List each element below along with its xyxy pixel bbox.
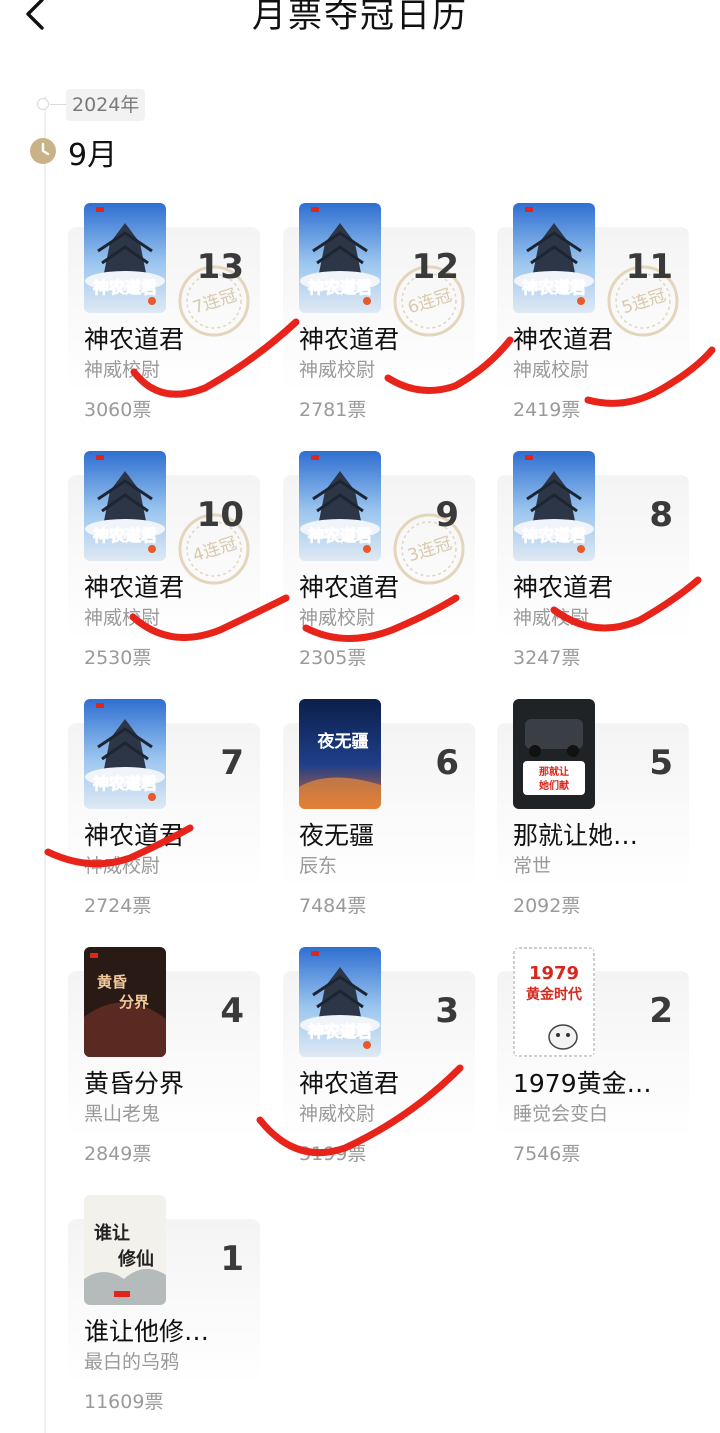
book-title: 神农道君 bbox=[513, 573, 614, 602]
vote-count: 2849票 bbox=[84, 1143, 152, 1165]
page-title: 月票夺冠日历 bbox=[252, 0, 468, 36]
svg-text:神农道君: 神农道君 bbox=[93, 278, 157, 297]
book-title: 神农道君 bbox=[84, 325, 185, 354]
book-author: 神威校尉 bbox=[84, 359, 161, 381]
book-title: 夜无疆 bbox=[299, 821, 375, 850]
svg-text:神农道君: 神农道君 bbox=[308, 1022, 372, 1041]
vote-count: 3247票 bbox=[513, 647, 581, 669]
book-cover[interactable]: 黄昏 分界 bbox=[84, 947, 166, 1057]
vote-count: 7484票 bbox=[299, 895, 367, 917]
book-title: 神农道君 bbox=[84, 573, 185, 602]
book-title: 黄昏分界 bbox=[84, 1069, 185, 1098]
svg-text:1979: 1979 bbox=[529, 963, 579, 984]
vote-count: 2305票 bbox=[299, 647, 367, 669]
book-cover[interactable]: 1979 黄金时代 bbox=[513, 947, 595, 1057]
book-cover[interactable]: 神农道君 bbox=[299, 451, 381, 561]
rank-number: 2 bbox=[649, 991, 673, 1031]
book-cover[interactable]: 那就让 她们献 bbox=[513, 699, 595, 809]
rank-number: 13 bbox=[196, 247, 244, 287]
book-cover[interactable]: 神农道君 bbox=[299, 947, 381, 1057]
book-cover[interactable]: 神农道君 bbox=[84, 699, 166, 809]
svg-text:谁让: 谁让 bbox=[94, 1222, 130, 1244]
book-cover[interactable]: 神农道君 bbox=[513, 451, 595, 561]
month-label: 9月 bbox=[68, 138, 118, 173]
book-cover[interactable]: 神农道君 bbox=[299, 203, 381, 313]
svg-text:神农道君: 神农道君 bbox=[308, 278, 372, 297]
rank-number: 6 bbox=[435, 743, 459, 783]
year-label: 2024年 bbox=[66, 89, 146, 121]
book-author: 常世 bbox=[513, 855, 552, 877]
svg-text:神农道君: 神农道君 bbox=[522, 526, 586, 545]
vote-count: 7546票 bbox=[513, 1143, 581, 1165]
book-title: 谁让他修… bbox=[84, 1317, 210, 1346]
rank-number: 4 bbox=[220, 991, 244, 1031]
svg-text:神农道君: 神农道君 bbox=[93, 526, 157, 545]
vote-count: 2419票 bbox=[513, 399, 581, 421]
book-title: 神农道君 bbox=[299, 573, 400, 602]
vote-count: 11609票 bbox=[84, 1391, 164, 1413]
svg-text:修仙: 修仙 bbox=[117, 1248, 154, 1270]
book-cover[interactable]: 夜无疆 bbox=[299, 699, 381, 809]
book-author: 神威校尉 bbox=[84, 855, 161, 877]
book-author: 黑山老鬼 bbox=[84, 1103, 161, 1125]
book-cover[interactable]: 谁让 修仙 bbox=[84, 1195, 166, 1305]
svg-text:她们献: 她们献 bbox=[539, 779, 569, 792]
vote-count: 2092票 bbox=[513, 895, 581, 917]
book-author: 最白的乌鸦 bbox=[84, 1351, 180, 1373]
rank-number: 5 bbox=[649, 743, 673, 783]
book-cover[interactable]: 神农道君 bbox=[84, 451, 166, 561]
book-author: 神威校尉 bbox=[84, 607, 161, 629]
svg-text:神农道君: 神农道君 bbox=[93, 774, 157, 793]
rank-number: 10 bbox=[196, 495, 244, 535]
book-title: 那就让她… bbox=[513, 821, 639, 850]
book-title: 神农道君 bbox=[84, 821, 185, 850]
rank-number: 12 bbox=[411, 247, 459, 287]
rank-number: 7 bbox=[220, 743, 244, 783]
clock-icon bbox=[30, 138, 56, 164]
year-dot bbox=[37, 98, 49, 110]
svg-text:分界: 分界 bbox=[119, 993, 149, 1011]
book-title: 1979黄金… bbox=[513, 1069, 652, 1098]
vote-count: 2724票 bbox=[84, 895, 152, 917]
book-author: 神威校尉 bbox=[513, 359, 590, 381]
svg-text:神农道君: 神农道君 bbox=[522, 278, 586, 297]
rank-number: 1 bbox=[220, 1239, 244, 1279]
year-connector bbox=[50, 104, 66, 105]
rank-number: 8 bbox=[649, 495, 673, 535]
rank-number: 11 bbox=[625, 247, 673, 287]
timeline-line bbox=[44, 112, 46, 1433]
book-author: 神威校尉 bbox=[299, 1103, 376, 1125]
vote-count: 3199票 bbox=[299, 1143, 367, 1165]
book-title: 神农道君 bbox=[513, 325, 614, 354]
book-title: 神农道君 bbox=[299, 325, 400, 354]
book-author: 神威校尉 bbox=[513, 607, 590, 629]
svg-text:黄金时代: 黄金时代 bbox=[526, 986, 582, 1003]
book-author: 辰东 bbox=[299, 855, 338, 877]
book-author: 神威校尉 bbox=[299, 359, 376, 381]
svg-text:那就让: 那就让 bbox=[539, 765, 569, 778]
book-title: 神农道君 bbox=[299, 1069, 400, 1098]
vote-count: 3060票 bbox=[84, 399, 152, 421]
svg-text:黄昏: 黄昏 bbox=[97, 973, 127, 991]
book-cover[interactable]: 神农道君 bbox=[513, 203, 595, 313]
book-author: 睡觉会变白 bbox=[513, 1103, 609, 1125]
book-author: 神威校尉 bbox=[299, 607, 376, 629]
vote-count: 2781票 bbox=[299, 399, 367, 421]
rank-number: 3 bbox=[435, 991, 459, 1031]
svg-text:夜无疆: 夜无疆 bbox=[317, 731, 369, 752]
svg-text:神农道君: 神农道君 bbox=[308, 526, 372, 545]
rank-number: 9 bbox=[435, 495, 459, 535]
top-bar: 月票夺冠日历 bbox=[0, 0, 720, 40]
book-cover[interactable]: 神农道君 bbox=[84, 203, 166, 313]
vote-count: 2530票 bbox=[84, 647, 152, 669]
